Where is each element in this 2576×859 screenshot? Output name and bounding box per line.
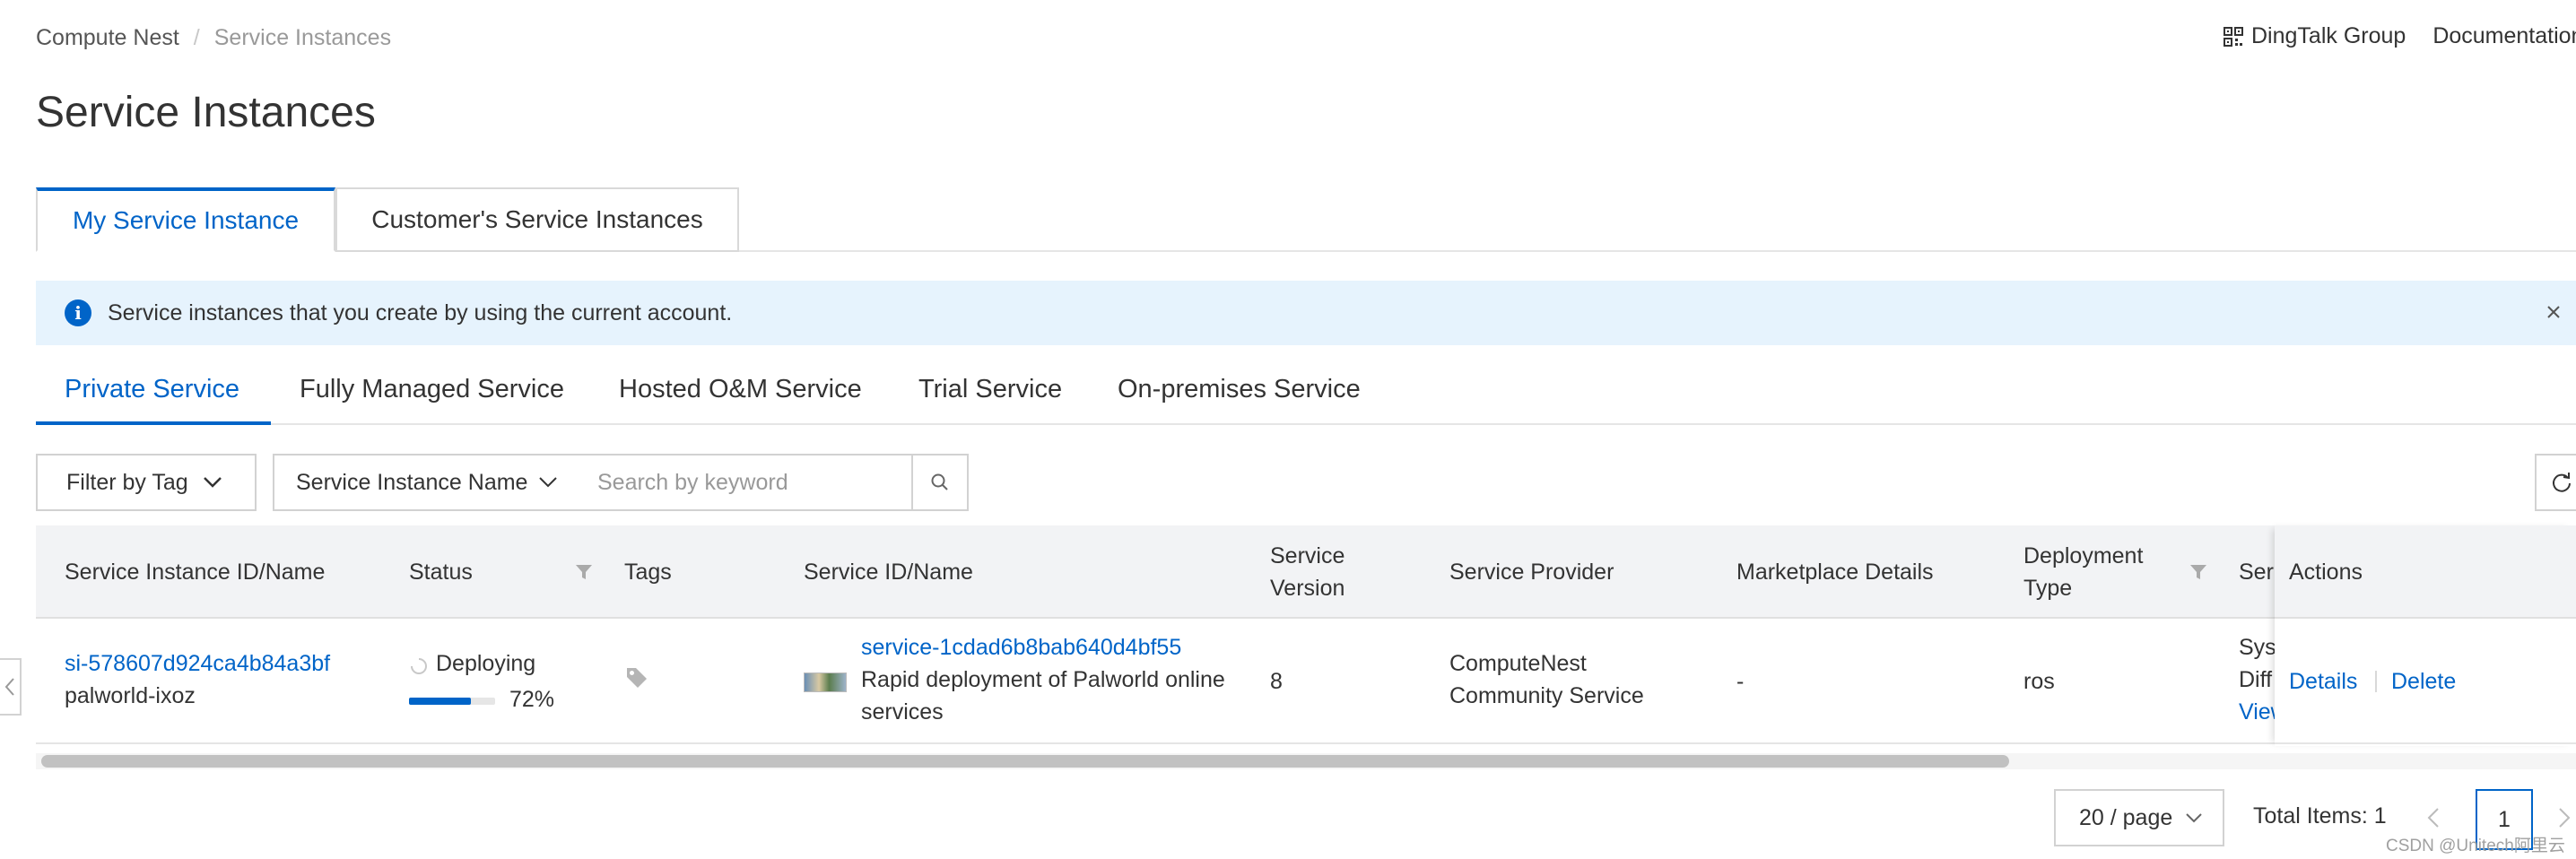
refresh-button[interactable] [2535, 454, 2576, 511]
search-input[interactable]: Search by keyword [576, 454, 913, 511]
header-service-version: Service Version [1270, 525, 1345, 619]
qr-code-icon [2224, 26, 2243, 47]
next-page-icon[interactable] [2553, 802, 2576, 834]
header-service-version-line2: Version [1270, 576, 1345, 601]
progress-bar [409, 698, 495, 705]
header-deployment-type-line2: Type [2023, 576, 2073, 601]
prev-page-icon[interactable] [2420, 802, 2447, 834]
page-size-select[interactable]: 20 / page [2054, 789, 2224, 846]
horizontal-scrollbar-thumb[interactable] [41, 755, 2009, 768]
service-version: 8 [1270, 669, 1283, 694]
header-service: Service ID/Name [804, 560, 973, 585]
dingtalk-group-label: DingTalk Group [2251, 23, 2406, 48]
tag-icon[interactable] [624, 665, 649, 690]
header-deployment-type-line1: Deployment [2023, 543, 2144, 568]
service-instances-table: Service Instance ID/Name Status Tags Ser… [36, 525, 2576, 750]
tab-fully-managed-service[interactable]: Fully Managed Service [300, 375, 564, 404]
tab-hosted-om-service[interactable]: Hosted O&M Service [619, 375, 862, 404]
chevron-left-icon [4, 678, 14, 696]
truncated-cell-line2: Diff [2239, 667, 2273, 692]
loading-spinner-icon [411, 658, 427, 674]
provider-line1: ComputeNest [1449, 651, 1587, 676]
status-text: Deploying [436, 651, 536, 676]
service-description-line1: Rapid deployment of Palworld online [861, 667, 1225, 692]
marketplace-details: - [1736, 669, 1745, 694]
filter-by-tag-dropdown[interactable]: Filter by Tag [36, 454, 257, 511]
close-icon[interactable] [2538, 297, 2569, 327]
notice-text: Service instances that you create by usi… [108, 299, 733, 325]
header-truncated-column: Ser [2239, 560, 2274, 585]
header-actions: Actions [2289, 560, 2363, 585]
deployment-type: ros [2023, 669, 2055, 694]
table-row: si-578607d924ca4b84a3bf palworld-ixoz De… [36, 619, 2576, 744]
chevron-down-icon [203, 477, 222, 488]
filter-by-tag-label: Filter by Tag [66, 469, 188, 495]
header-deployment-type: Deployment Type [2023, 525, 2143, 619]
search-button[interactable] [911, 454, 969, 511]
header-marketplace: Marketplace Details [1736, 560, 1934, 585]
documentation-link[interactable]: Documentation [2432, 23, 2576, 49]
header-actions-cell: Actions [2275, 525, 2576, 619]
action-divider [2375, 671, 2377, 692]
page-title: Service Instances [36, 89, 376, 136]
actions-cell: Details Delete [2275, 619, 2576, 744]
details-link[interactable]: Details [2289, 665, 2357, 698]
progress-bar-fill [409, 698, 472, 705]
primary-tabs: My Service Instance Customer's Service I… [36, 187, 2576, 252]
header-provider: Service Provider [1449, 560, 1614, 585]
actions-column: Actions Details Delete [2275, 525, 2576, 746]
search-field-select-label: Service Instance Name [296, 469, 528, 495]
breadcrumb-current: Service Instances [213, 25, 392, 50]
top-links: DingTalk Group Documentation [2223, 23, 2576, 49]
dingtalk-group-link[interactable]: DingTalk Group [2223, 23, 2406, 49]
service-description-line2: services [861, 699, 944, 725]
chevron-down-icon [2186, 813, 2202, 823]
header-status: Status [409, 560, 473, 585]
breadcrumb-compute-nest[interactable]: Compute Nest [36, 25, 179, 51]
service-id-link[interactable]: service-1cdad6b8bab640d4bf55 [861, 631, 1181, 664]
page-size-label: 20 / page [2079, 804, 2173, 830]
header-tags: Tags [624, 560, 672, 585]
truncated-cell-line1: Sys [2239, 635, 2276, 660]
tab-my-service-instance[interactable]: My Service Instance [36, 187, 335, 252]
active-tab-indicator [36, 421, 271, 425]
page: Compute Nest / Service Instances DingTal… [0, 0, 2576, 859]
service-thumbnail [804, 672, 847, 692]
header-instance: Service Instance ID/Name [65, 560, 326, 585]
deployment-type-filter-icon[interactable] [2189, 562, 2208, 582]
header-service-version-line1: Service [1270, 543, 1345, 568]
provider-line2: Community Service [1449, 683, 1644, 708]
progress-percent: 72% [509, 687, 555, 712]
tab-trial-service[interactable]: Trial Service [918, 375, 1062, 404]
tab-customers-service-instances[interactable]: Customer's Service Instances [335, 187, 739, 252]
info-notice: i Service instances that you create by u… [36, 281, 2576, 345]
service-type-tabs: Private Service Fully Managed Service Ho… [36, 362, 2576, 425]
refresh-icon [2553, 473, 2571, 492]
chevron-down-icon [539, 477, 558, 488]
instance-id-link[interactable]: si-578607d924ca4b84a3bf [65, 647, 330, 680]
delete-link[interactable]: Delete [2391, 665, 2456, 698]
total-items: Total Items: 1 [2253, 803, 2387, 829]
breadcrumb: Compute Nest / Service Instances [36, 25, 391, 51]
search-field-select[interactable]: Service Instance Name [273, 454, 578, 511]
status-filter-icon[interactable] [574, 562, 594, 582]
table-header: Service Instance ID/Name Status Tags Ser… [36, 525, 2576, 619]
tab-on-premises-service[interactable]: On-premises Service [1118, 375, 1361, 404]
instance-name: palworld-ixoz [65, 683, 196, 708]
watermark: CSDN @Unitech阿里云 [2386, 837, 2565, 855]
tab-private-service[interactable]: Private Service [65, 375, 239, 404]
horizontal-scrollbar[interactable] [36, 753, 2576, 769]
sidebar-toggle-handle[interactable] [0, 658, 22, 716]
breadcrumb-separator: / [193, 25, 200, 50]
search-icon [931, 473, 948, 490]
info-icon: i [65, 299, 91, 326]
